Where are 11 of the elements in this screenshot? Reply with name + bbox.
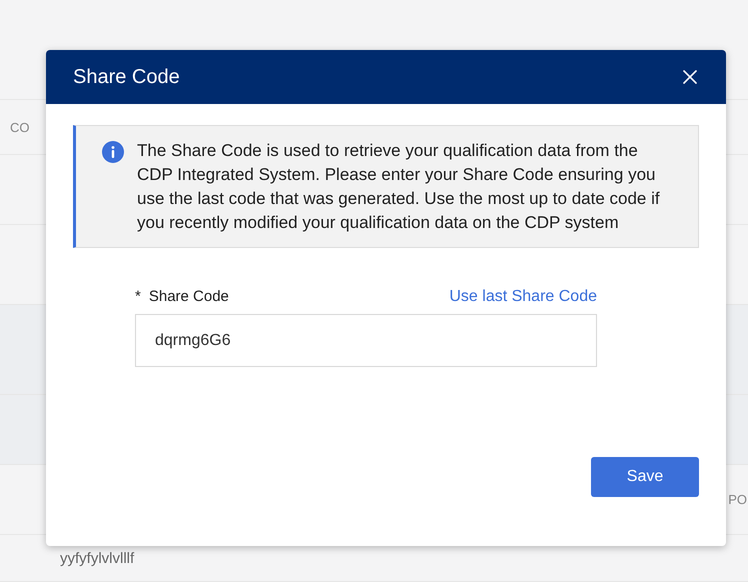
save-button[interactable]: Save	[591, 457, 699, 497]
table-cell: CO	[10, 120, 30, 134]
table-cell: PO	[728, 492, 747, 507]
field-label: Share Code	[148, 288, 229, 305]
info-icon	[102, 141, 124, 163]
required-mark: *	[135, 288, 141, 305]
table-cell-text: yyfyfylvlvlllf	[59, 550, 134, 566]
dialog-title: Share Code	[73, 66, 180, 88]
info-text: The Share Code is used to retrieve your qualification data from the CDP Integrated System. Please enter your Share Code ensuring you use the last code that was generated. Use the most up to date code if you recently modified your qualification data on the CDP system	[137, 140, 661, 234]
use-last-code-link[interactable]: Use last Share Code	[449, 288, 597, 306]
share-code-input[interactable]: dqrmg6G6	[135, 314, 597, 367]
